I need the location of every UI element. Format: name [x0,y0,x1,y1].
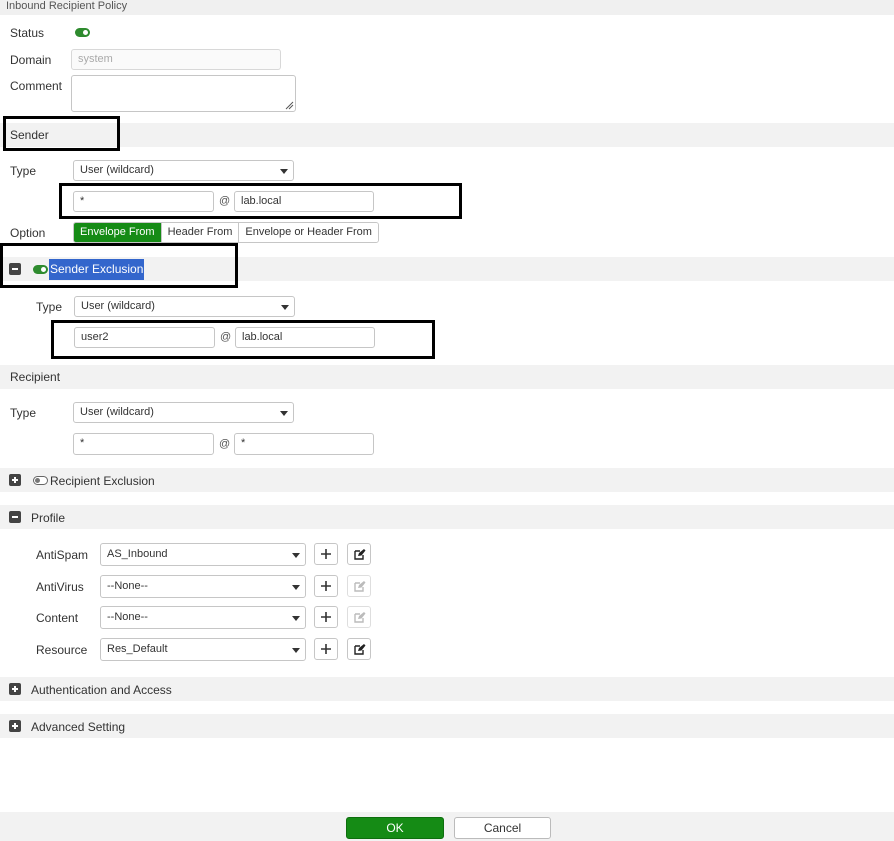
chevron-down-icon [292,585,300,590]
sender-highlight-box [3,116,120,151]
antivirus-select[interactable]: --None-- [100,575,306,598]
domain-field[interactable]: system [71,49,281,70]
recipient-at-sign: @ [219,438,231,450]
authentication-title: Authentication and Access [31,683,172,697]
exclusion-type-value: User (wildcard) [81,300,155,312]
profile-title: Profile [31,511,66,525]
recipient-exclusion-title: Recipient Exclusion [50,474,155,488]
advanced-header-band [0,714,894,738]
resize-grip-icon[interactable] [285,101,294,110]
exclusion-domain-input[interactable]: lab.local [235,327,375,348]
recipient-type-label: Type [10,406,37,420]
edit-icon [353,548,365,560]
resource-add-button[interactable] [314,638,338,660]
antispam-select[interactable]: AS_Inbound [100,543,306,566]
profile-header-band [0,505,894,529]
plus-icon [321,644,331,654]
option-envelope-or-header-from[interactable]: Envelope or Header From [239,223,378,242]
cancel-button[interactable]: Cancel [454,817,551,839]
sender-domain-input[interactable]: lab.local [234,191,374,212]
plus-icon [321,549,331,559]
status-label: Status [10,26,45,40]
edit-icon [353,643,365,655]
content-label: Content [36,611,79,625]
chevron-down-icon [292,616,300,621]
sender-type-value: User (wildcard) [80,164,154,176]
chevron-down-icon [281,305,289,310]
expand-icon[interactable] [9,474,21,486]
content-add-button[interactable] [314,606,338,628]
content-value: --None-- [107,611,148,623]
sender-option-group: Envelope From Header From Envelope or He… [73,222,379,243]
dialog-footer [0,812,894,841]
resource-select[interactable]: Res_Default [100,638,306,661]
recipient-header-band [0,365,894,389]
comment-label: Comment [10,79,63,93]
recipient-exclusion-toggle[interactable] [33,476,48,485]
antispam-value: AS_Inbound [107,548,168,560]
exclusion-type-label: Type [36,300,63,314]
option-envelope-from[interactable]: Envelope From [74,223,162,242]
antispam-edit-button[interactable] [347,543,371,565]
resource-edit-button[interactable] [347,638,371,660]
edit-icon [353,580,365,592]
exclusion-at-sign: @ [220,331,232,343]
sender-exclusion-highlight-box [0,243,238,288]
antivirus-label: AntiVirus [36,580,84,594]
content-select[interactable]: --None-- [100,606,306,629]
status-toggle[interactable] [75,28,90,37]
plus-icon [321,612,331,622]
antivirus-add-button[interactable] [314,575,338,597]
antispam-label: AntiSpam [36,548,89,562]
antivirus-edit-button[interactable] [347,575,371,597]
recipient-type-select[interactable]: User (wildcard) [73,402,294,423]
expand-icon[interactable] [9,720,21,732]
antispam-add-button[interactable] [314,543,338,565]
resource-label: Resource [36,643,88,657]
sender-option-label: Option [10,226,46,240]
recipient-domain-input[interactable]: * [234,433,374,455]
collapse-icon[interactable] [9,511,21,523]
resource-value: Res_Default [107,643,168,655]
option-header-from[interactable]: Header From [161,223,240,242]
recipient-type-value: User (wildcard) [80,406,154,418]
recipient-user-input[interactable]: * [73,433,214,455]
chevron-down-icon [280,411,288,416]
chevron-down-icon [280,169,288,174]
sender-type-select[interactable]: User (wildcard) [73,160,294,181]
expand-icon[interactable] [9,683,21,695]
advanced-title: Advanced Setting [31,720,126,734]
recipient-title: Recipient [10,370,61,384]
antivirus-value: --None-- [107,580,148,592]
window-title: Inbound Recipient Policy [0,0,894,15]
comment-textarea[interactable] [71,75,296,112]
sender-at-sign: @ [219,195,231,207]
sender-header-band [0,123,894,147]
chevron-down-icon [292,648,300,653]
domain-label: Domain [10,53,52,67]
content-edit-button[interactable] [347,606,371,628]
plus-icon [321,581,331,591]
exclusion-type-select[interactable]: User (wildcard) [74,296,295,317]
sender-user-input[interactable]: * [73,191,214,212]
exclusion-user-input[interactable]: user2 [74,327,215,348]
ok-button[interactable]: OK [346,817,444,839]
chevron-down-icon [292,553,300,558]
sender-type-label: Type [10,164,37,178]
edit-icon [353,611,365,623]
